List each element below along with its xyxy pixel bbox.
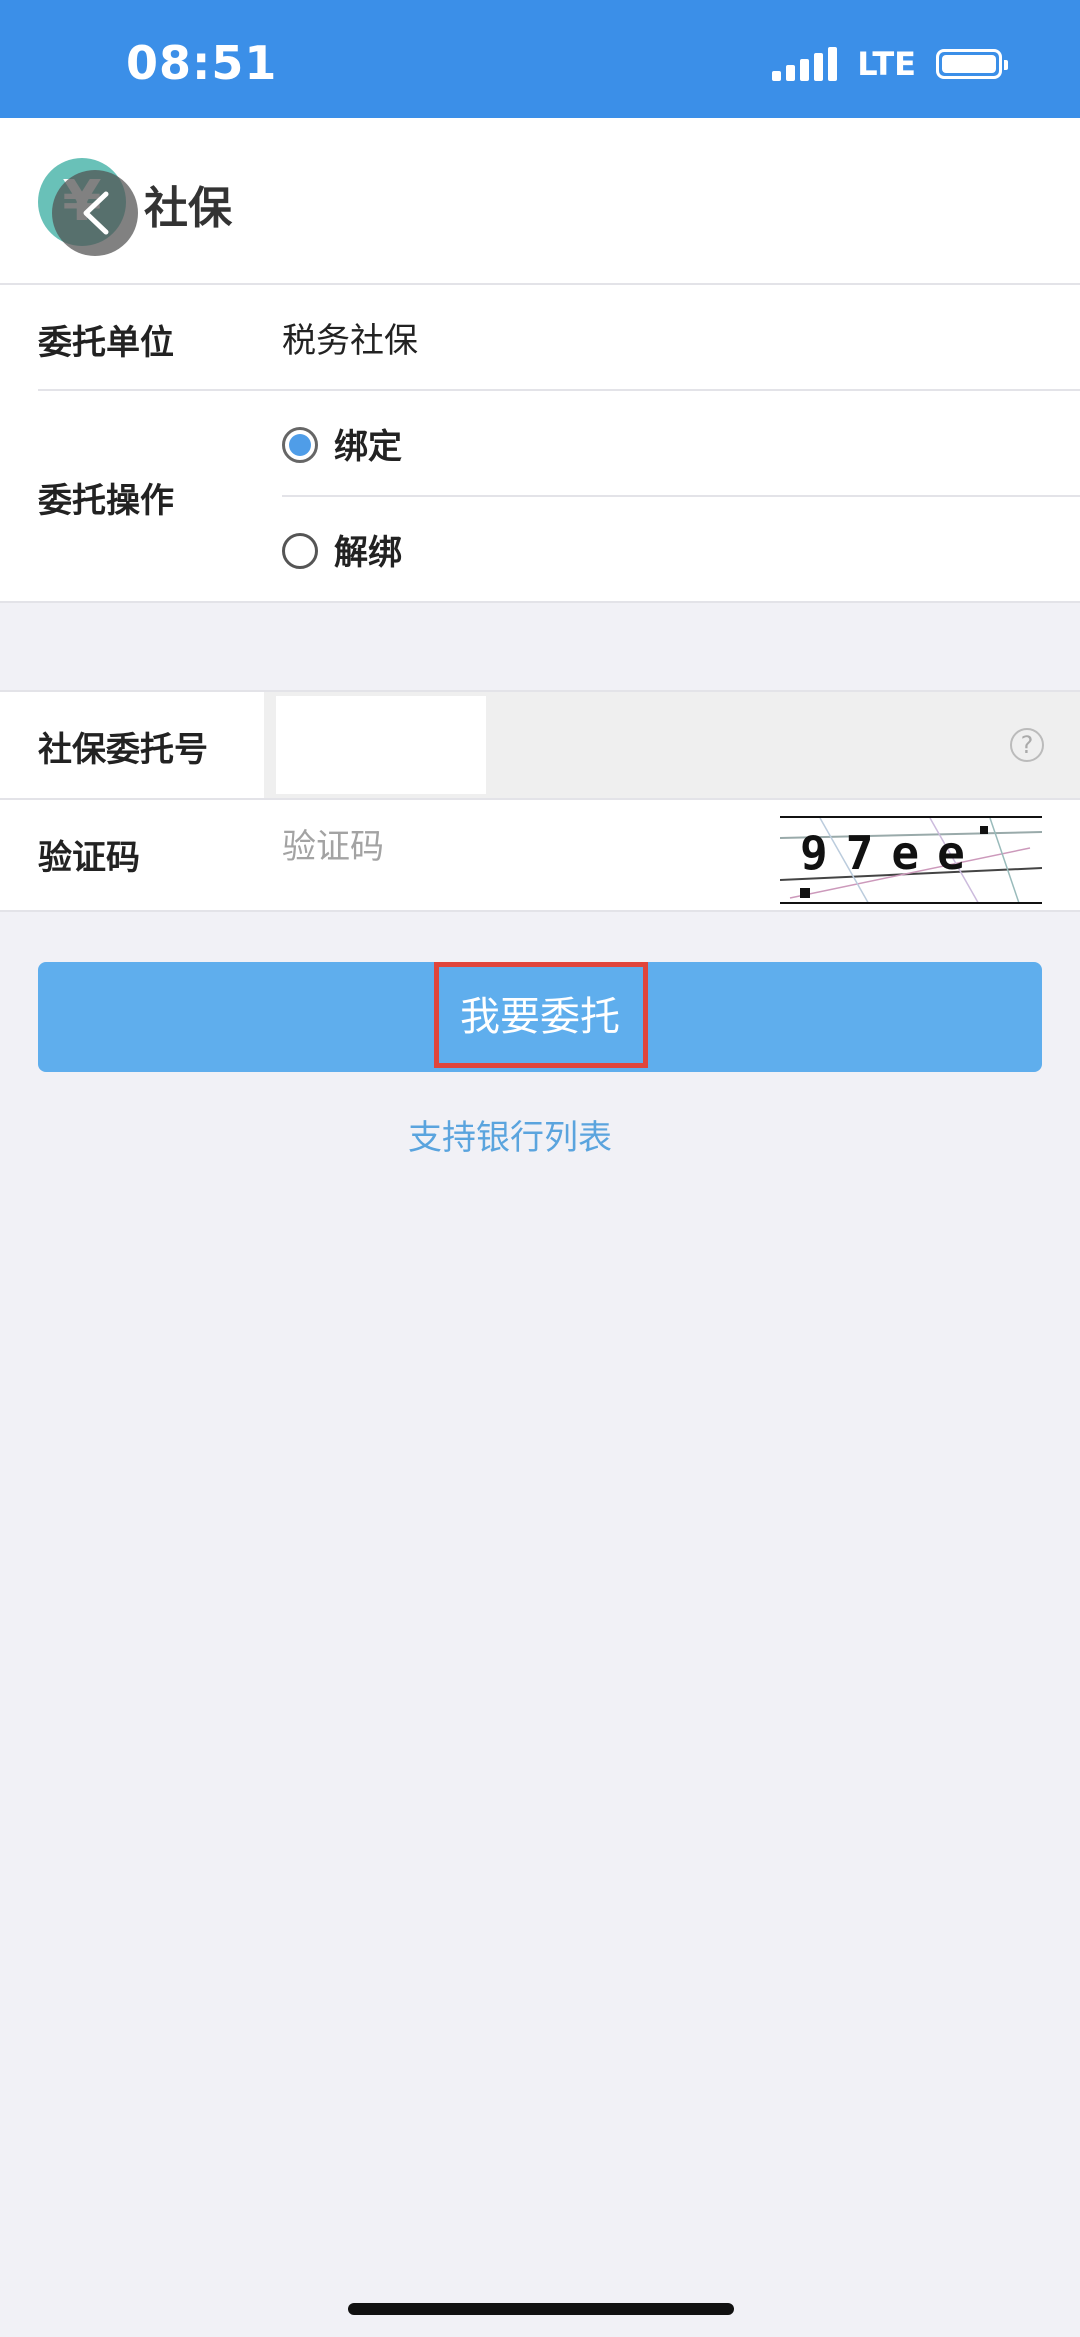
network-type: LTE — [857, 45, 916, 83]
status-icons: LTE — [772, 44, 1008, 84]
submit-entrust-label: 我要委托 — [460, 994, 620, 1040]
back-icon — [83, 191, 109, 235]
captcha-input[interactable] — [280, 816, 724, 878]
page-title: 社保 — [144, 183, 232, 234]
entrust-number-field[interactable]: ? — [264, 692, 1080, 798]
captcha-label: 验证码 — [38, 838, 140, 878]
captcha-image[interactable]: 97ee — [780, 816, 1042, 904]
help-icon[interactable]: ? — [1010, 728, 1044, 762]
bind-radio[interactable] — [282, 427, 318, 463]
submit-entrust-button[interactable]: 我要委托 — [38, 962, 1042, 1072]
bind-radio-label[interactable]: 绑定 — [334, 419, 402, 468]
operation-label: 委托操作 — [38, 481, 174, 521]
status-time: 08:51 — [126, 36, 278, 90]
status-bar: 08:51 LTE — [0, 0, 1080, 118]
signal-icon — [772, 47, 838, 81]
unbind-radio[interactable] — [282, 533, 318, 569]
divider — [38, 389, 1080, 391]
unbind-radio-label[interactable]: 解绑 — [334, 525, 402, 574]
back-button[interactable] — [52, 170, 138, 256]
unit-value: 税务社保 — [282, 321, 418, 361]
divider — [282, 495, 1080, 497]
entrust-info-section: 委托单位 税务社保 委托操作 绑定 解绑 — [0, 285, 1080, 603]
home-indicator[interactable] — [348, 2303, 734, 2315]
header: ¥ 社保 — [0, 118, 1080, 285]
entrust-number-input[interactable] — [276, 696, 486, 794]
entrust-number-label: 社保委托号 — [38, 730, 208, 770]
captcha-text: 97ee — [800, 826, 983, 880]
divider — [0, 798, 1080, 800]
supported-banks-link[interactable]: 支持银行列表 — [0, 1110, 1020, 1159]
unit-label: 委托单位 — [38, 323, 174, 363]
battery-icon — [936, 49, 1008, 79]
credentials-section: 社保委托号 ? 验证码 97ee — [0, 690, 1080, 912]
